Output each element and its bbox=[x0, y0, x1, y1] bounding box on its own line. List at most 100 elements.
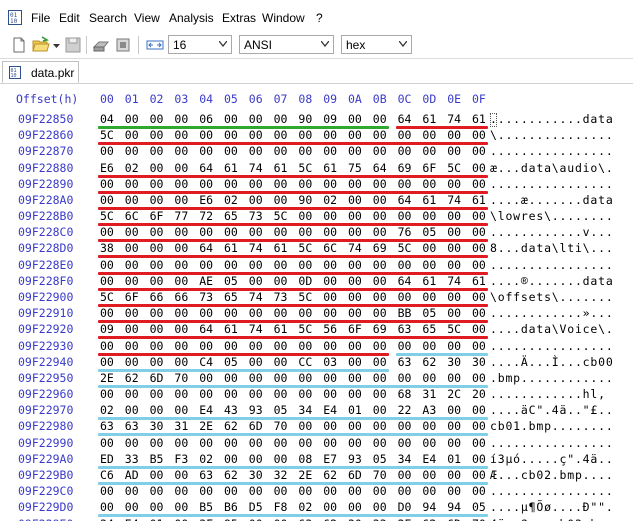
hex-byte[interactable]: 00 bbox=[472, 436, 486, 450]
hex-byte[interactable]: 00 bbox=[348, 258, 362, 272]
ascii-text[interactable]: ....µ¶Õø....Ð"". bbox=[490, 500, 614, 514]
hex-byte[interactable]: 61 bbox=[224, 322, 238, 336]
ascii-text[interactable]: Æ...cb02.bmp.... bbox=[490, 468, 614, 482]
hex-byte[interactable]: 00 bbox=[323, 225, 337, 239]
ascii-text[interactable]: ................ bbox=[490, 436, 614, 450]
hex-byte[interactable]: B5 bbox=[150, 452, 164, 466]
hex-byte[interactable]: 74 bbox=[249, 241, 263, 255]
hex-byte[interactable]: 61 bbox=[224, 161, 238, 175]
ascii-text[interactable]: .bmp............ bbox=[490, 371, 614, 385]
hex-byte[interactable]: 6F bbox=[125, 290, 139, 304]
hex-byte[interactable]: 04 bbox=[100, 112, 114, 126]
hex-byte[interactable]: 02 bbox=[224, 193, 238, 207]
hex-byte[interactable]: 00 bbox=[249, 371, 263, 385]
hex-byte[interactable]: 65 bbox=[422, 322, 436, 336]
hex-byte[interactable]: 00 bbox=[249, 387, 263, 401]
hex-byte[interactable]: 00 bbox=[174, 517, 188, 521]
ascii-text[interactable]: ............data bbox=[490, 112, 614, 126]
hex-byte[interactable]: 62 bbox=[323, 517, 337, 521]
hex-byte[interactable]: 00 bbox=[348, 355, 362, 369]
hex-byte[interactable]: E7 bbox=[323, 452, 337, 466]
hex-byte[interactable]: 00 bbox=[224, 177, 238, 191]
hex-byte[interactable]: 00 bbox=[274, 339, 288, 353]
hex-byte[interactable]: 61 bbox=[422, 112, 436, 126]
hex-byte[interactable]: 00 bbox=[224, 387, 238, 401]
hex-byte[interactable]: 00 bbox=[224, 258, 238, 272]
menu-help[interactable]: ? bbox=[316, 11, 323, 25]
hex-byte[interactable]: 00 bbox=[274, 112, 288, 126]
hex-byte[interactable]: 69 bbox=[398, 161, 412, 175]
hex-byte[interactable]: 2E bbox=[199, 419, 213, 433]
hex-byte[interactable]: 00 bbox=[472, 339, 486, 353]
hex-byte[interactable]: 00 bbox=[298, 177, 312, 191]
ascii-text[interactable]: ............»... bbox=[490, 306, 614, 320]
hex-byte[interactable]: 00 bbox=[373, 419, 387, 433]
hex-byte[interactable]: 00 bbox=[249, 355, 263, 369]
hex-byte[interactable]: 00 bbox=[447, 306, 461, 320]
hex-byte[interactable]: 76 bbox=[398, 225, 412, 239]
hex-byte[interactable]: 77 bbox=[174, 209, 188, 223]
hex-byte[interactable]: 00 bbox=[174, 322, 188, 336]
new-file-icon[interactable] bbox=[10, 36, 28, 54]
hex-byte[interactable]: 03 bbox=[323, 355, 337, 369]
hex-byte[interactable]: 00 bbox=[323, 387, 337, 401]
hex-byte[interactable]: 00 bbox=[150, 193, 164, 207]
hex-byte[interactable]: 00 bbox=[298, 144, 312, 158]
hex-byte[interactable]: 00 bbox=[125, 112, 139, 126]
hex-byte[interactable]: F3 bbox=[174, 452, 188, 466]
hex-byte[interactable]: 00 bbox=[150, 484, 164, 498]
hex-byte[interactable]: 63 bbox=[398, 322, 412, 336]
hex-byte[interactable]: 30 bbox=[150, 419, 164, 433]
hex-byte[interactable]: 00 bbox=[472, 177, 486, 191]
hex-byte[interactable]: 2E bbox=[298, 468, 312, 482]
hex-byte[interactable]: 00 bbox=[348, 371, 362, 385]
hex-byte[interactable]: 00 bbox=[472, 161, 486, 175]
hex-byte[interactable]: 00 bbox=[472, 419, 486, 433]
hex-byte[interactable]: 00 bbox=[472, 403, 486, 417]
hex-byte[interactable]: 00 bbox=[174, 403, 188, 417]
hex-byte[interactable]: 70 bbox=[472, 517, 486, 521]
hex-byte[interactable]: 30 bbox=[249, 468, 263, 482]
hex-byte[interactable]: 00 bbox=[174, 241, 188, 255]
hex-byte[interactable]: 00 bbox=[323, 500, 337, 514]
hex-byte[interactable]: 00 bbox=[199, 484, 213, 498]
hex-byte[interactable]: 00 bbox=[125, 274, 139, 288]
hex-byte[interactable]: 00 bbox=[472, 468, 486, 482]
hex-byte[interactable]: 00 bbox=[422, 209, 436, 223]
hex-byte[interactable]: 00 bbox=[398, 436, 412, 450]
hex-byte[interactable]: 5C bbox=[298, 161, 312, 175]
hex-byte[interactable]: 00 bbox=[174, 355, 188, 369]
hex-byte[interactable]: 00 bbox=[373, 144, 387, 158]
hex-byte[interactable]: 00 bbox=[125, 177, 139, 191]
hex-byte[interactable]: 00 bbox=[422, 436, 436, 450]
hex-byte[interactable]: 6D bbox=[447, 517, 461, 521]
hex-byte[interactable]: 64 bbox=[199, 161, 213, 175]
hex-byte[interactable]: 00 bbox=[298, 225, 312, 239]
hex-byte[interactable]: 00 bbox=[422, 258, 436, 272]
hex-byte[interactable]: 00 bbox=[472, 322, 486, 336]
hex-byte[interactable]: 5C bbox=[298, 290, 312, 304]
ascii-text[interactable]: cb01.bmp........ bbox=[490, 419, 614, 433]
hex-byte[interactable]: 00 bbox=[373, 500, 387, 514]
hex-byte[interactable]: 5C bbox=[100, 290, 114, 304]
hex-byte[interactable]: 6F bbox=[150, 209, 164, 223]
hex-byte[interactable]: 5C bbox=[298, 322, 312, 336]
hex-byte[interactable]: 02 bbox=[125, 161, 139, 175]
ascii-text[interactable]: ................ bbox=[490, 177, 614, 191]
hex-byte[interactable]: 00 bbox=[472, 258, 486, 272]
hex-byte[interactable]: 00 bbox=[422, 177, 436, 191]
hex-byte[interactable]: 00 bbox=[472, 144, 486, 158]
hex-byte[interactable]: 00 bbox=[100, 387, 114, 401]
bytes-per-row-select[interactable]: 16 bbox=[168, 35, 232, 54]
hex-byte[interactable]: 00 bbox=[125, 403, 139, 417]
hex-byte[interactable]: 05 bbox=[224, 274, 238, 288]
hex-byte[interactable]: 00 bbox=[224, 371, 238, 385]
hex-byte[interactable]: 00 bbox=[150, 274, 164, 288]
hex-byte[interactable]: 00 bbox=[472, 209, 486, 223]
hex-byte[interactable]: 93 bbox=[348, 452, 362, 466]
hex-byte[interactable]: 00 bbox=[398, 419, 412, 433]
hex-byte[interactable]: 6F bbox=[348, 322, 362, 336]
ascii-text[interactable]: \lowres\........ bbox=[490, 209, 614, 223]
hex-byte[interactable]: 00 bbox=[348, 290, 362, 304]
hex-byte[interactable]: 00 bbox=[422, 128, 436, 142]
